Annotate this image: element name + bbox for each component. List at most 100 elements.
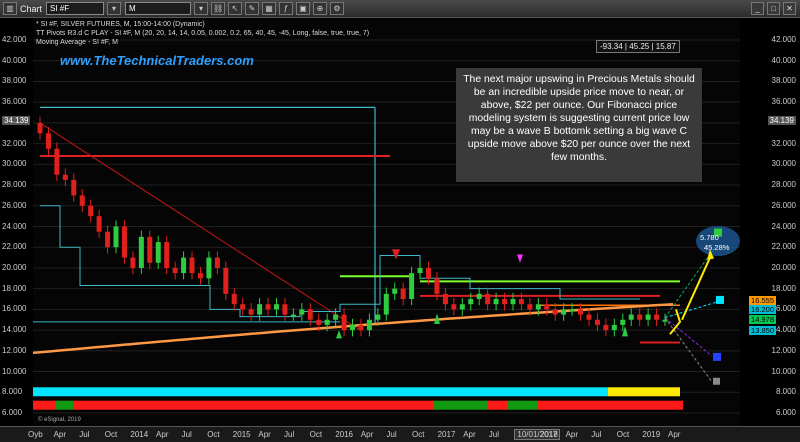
price-axis-label: 12.000 [2,345,27,355]
candle-body[interactable] [113,226,119,248]
candle-body[interactable] [282,304,288,315]
candle-body[interactable] [510,299,516,305]
price-axis-label: 6.000 [2,408,23,417]
candle-body[interactable] [620,319,626,325]
candle-body[interactable] [223,267,229,294]
candle-body[interactable] [189,257,195,274]
candle-body[interactable] [307,309,313,320]
candle-body[interactable] [594,319,600,325]
annotation-box: The next major upswing in Precious Metal… [456,68,702,182]
candle-body[interactable] [324,319,330,325]
price-axis-label: 30.000 [771,159,796,169]
candle-body[interactable] [248,309,254,315]
time-axis-label: Jul [284,430,295,439]
candle-body[interactable] [138,236,144,268]
candle-body[interactable] [383,293,389,315]
candle-body[interactable] [206,257,212,279]
candle-body[interactable] [358,324,364,331]
candle-body[interactable] [468,299,474,305]
candle-body[interactable] [333,314,339,320]
candle-body[interactable] [172,267,178,274]
candle-body[interactable] [71,179,77,196]
candle-body[interactable] [147,236,153,263]
candle-body[interactable] [257,304,263,315]
candle-body[interactable] [400,288,406,300]
candle-body[interactable] [527,304,533,310]
candle-body[interactable] [164,242,170,268]
candle-body[interactable] [96,216,102,232]
time-axis-label: Oct [104,430,118,439]
candle-body[interactable] [535,304,541,310]
candle-body[interactable] [45,133,51,149]
candle-body[interactable] [265,304,271,310]
candle-body[interactable] [451,304,457,310]
candle-body[interactable] [155,242,161,263]
time-axis[interactable]: Oyb Apr Jul Oct 2014 Apr Jul Oct 2015 Apr Jul Oct 20… [0,426,800,442]
candle-body[interactable] [231,293,237,305]
candle-body[interactable] [485,293,491,305]
candle-body[interactable] [442,293,448,305]
candle-body[interactable] [54,148,60,175]
price-tag: 13.850 [749,326,776,336]
candle-body[interactable] [645,314,651,320]
price-axis-label: 42.000 [2,35,27,44]
candle-body[interactable] [375,314,381,320]
candle-body[interactable] [79,195,85,206]
price-axis-label: 10.000 [771,366,796,376]
candle-body[interactable] [299,309,305,315]
candle-body[interactable] [316,319,322,325]
candle-body[interactable] [62,174,68,180]
time-axis-label: Apr [360,430,374,439]
candle-body[interactable] [37,122,43,134]
time-axis-label: Apr [463,430,476,439]
candle-body[interactable] [130,257,136,268]
price-axis-label: 28.000 [771,180,796,190]
candle-body[interactable] [603,324,609,331]
candle-body[interactable] [181,257,187,274]
price-axis-label: 38.000 [771,76,796,86]
signal-band [33,400,55,410]
price-axis-label: 18.000 [2,283,27,293]
candle-body[interactable] [611,324,617,331]
price-axis-label: 40.000 [771,55,796,65]
time-axis-label: Jul [386,430,397,439]
candle-body[interactable] [290,314,296,317]
candle-body[interactable] [197,273,203,279]
website-watermark: www.TheTechnicalTraders.com [60,53,254,68]
candle-body[interactable] [240,304,246,310]
candle-body[interactable] [366,319,372,331]
candle-body[interactable] [214,257,220,268]
price-axis-label: 28.000 [2,180,27,190]
price-axis-label: 22.000 [2,242,27,252]
candle-body[interactable] [518,299,524,305]
candle-body[interactable] [476,293,482,300]
candle-body[interactable] [561,309,567,315]
candle-body[interactable] [434,278,440,294]
candle-body[interactable] [578,309,584,315]
price-axis-label: 32.000 [2,138,27,148]
candle-body[interactable] [121,226,127,258]
candle-body[interactable] [586,314,592,320]
candle-body[interactable] [654,314,660,320]
price-axis-label: 6.000 [775,408,796,417]
candle-body[interactable] [552,309,558,315]
candle-body[interactable] [88,205,94,217]
candle-body[interactable] [273,304,279,310]
candle-body[interactable] [341,314,347,331]
signal-band [433,400,488,410]
candle-body[interactable] [417,267,423,274]
candle-body[interactable] [426,267,432,279]
candle-body[interactable] [502,299,508,305]
candle-body[interactable] [493,299,499,305]
candle-body[interactable] [350,324,355,331]
candle-body[interactable] [459,304,465,310]
signal-band [73,400,433,410]
candle-body[interactable] [409,273,415,300]
candle-body[interactable] [392,288,398,294]
candle-body[interactable] [544,304,550,310]
candle-body[interactable] [569,309,575,312]
time-axis-label: Jul [181,430,192,439]
candle-body[interactable] [105,231,111,248]
candle-body[interactable] [637,314,643,320]
candle-body[interactable] [628,314,634,320]
